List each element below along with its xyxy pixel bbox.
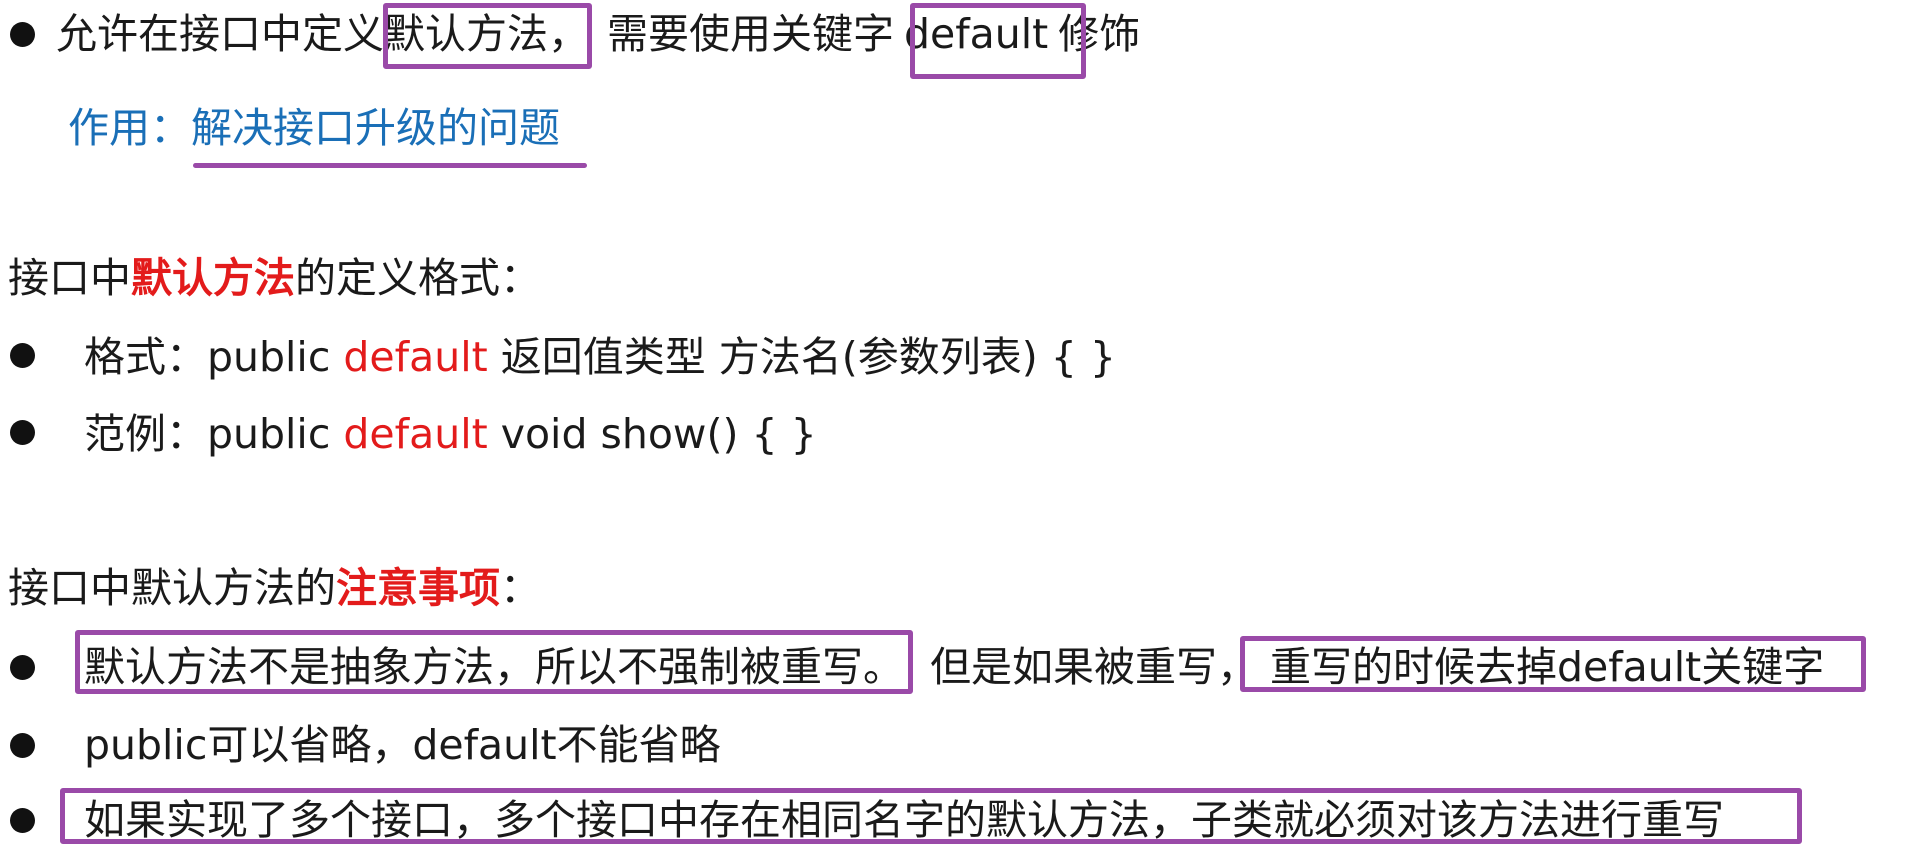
note-override: 但是如果被重写，: [930, 643, 1258, 691]
note-public-optional: public可以省略，default不能省略: [84, 721, 721, 769]
intro-prefix: 允许在接口中定义: [56, 10, 384, 58]
format-heading-highlight: 默认方法: [131, 254, 295, 302]
format-item-post: 返回值类型 方法名(参数列表) { }: [487, 333, 1116, 381]
format-item-keyword: default: [343, 410, 488, 458]
format-heading-suffix: 的定义格式：: [295, 254, 541, 302]
bullet: [10, 343, 35, 368]
notes-heading: 接口中默认方法的注意事项：: [8, 568, 541, 609]
format-item-example: 范例：public default void show() { }: [84, 414, 817, 455]
annotation-box-note-multiple-interfaces: [60, 788, 1802, 844]
annotation-box-note-abstract: [75, 630, 913, 694]
bullet: [10, 655, 35, 680]
annotation-underline-purpose: [193, 163, 587, 168]
format-item-pre: public: [207, 333, 344, 381]
annotation-box-note-remove-keyword: [1240, 636, 1866, 692]
notes-heading-highlight: 注意事项: [336, 564, 500, 612]
annotation-box-default-method: [383, 3, 592, 69]
intro-middle: 需要使用关键字: [607, 10, 894, 58]
purpose-label: 作用：: [68, 104, 191, 152]
format-item-keyword: default: [343, 333, 488, 381]
format-item-pre: public: [207, 410, 344, 458]
format-item-syntax: 格式：public default 返回值类型 方法名(参数列表) { }: [84, 337, 1116, 378]
purpose-text: 解决接口升级的问题: [191, 104, 560, 152]
purpose-line: 作用：解决接口升级的问题: [68, 108, 560, 149]
format-heading-prefix: 接口中: [8, 254, 131, 302]
bullet: [10, 733, 35, 758]
bullet: [10, 808, 35, 833]
notes-heading-prefix: 接口中默认方法的: [8, 564, 336, 612]
annotation-box-default-keyword: [910, 3, 1086, 79]
notes-heading-suffix: ：: [500, 564, 541, 612]
format-item-label: 范例：: [84, 410, 207, 458]
format-item-label: 格式：: [84, 333, 207, 381]
bullet: [10, 420, 35, 445]
bullet: [10, 22, 35, 47]
format-heading: 接口中默认方法的定义格式：: [8, 258, 541, 299]
format-item-post: void show() { }: [487, 410, 817, 458]
